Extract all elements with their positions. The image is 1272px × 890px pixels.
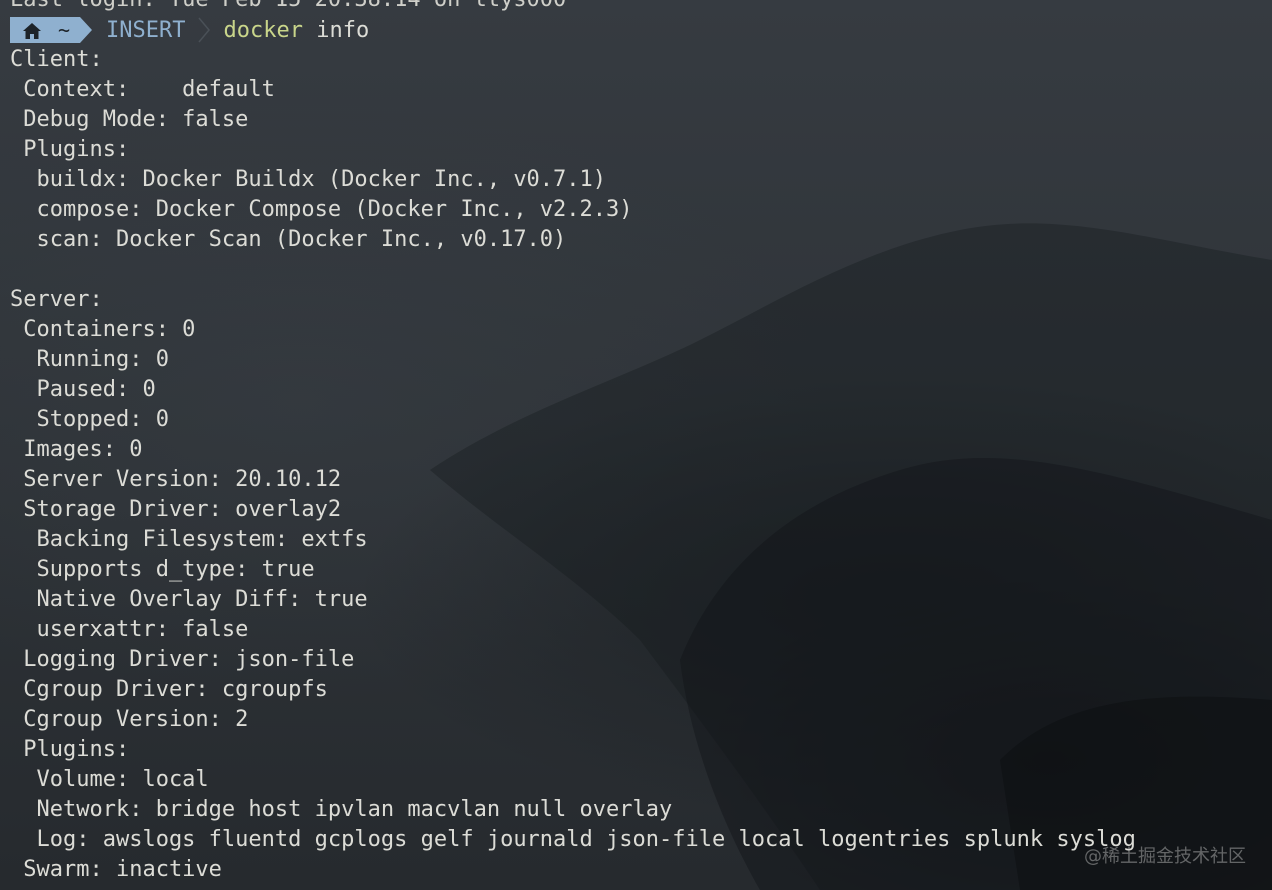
home-icon — [22, 21, 42, 39]
watermark-text: @稀土掘金技术社区 — [1084, 846, 1246, 867]
last-login-line: Last login: Tue Feb 15 20:38:14 on ttys0… — [10, 0, 1260, 15]
output-line: Supports d_type: true — [10, 557, 315, 582]
output-line: Cgroup Version: 2 — [10, 707, 249, 732]
command-name: docker — [223, 17, 304, 43]
output-line: userxattr: false — [10, 617, 249, 642]
prompt-separator-icon — [80, 17, 93, 43]
output-line: Context: default — [10, 77, 275, 102]
output-line-blank — [10, 255, 1260, 285]
output-line: Plugins: — [10, 137, 130, 162]
output-line: Paused: 0 — [10, 377, 156, 402]
output-line: Volume: local — [10, 767, 209, 792]
output-line: Swarm: inactive — [10, 857, 222, 882]
output-line: Log: awslogs fluentd gcplogs gelf journa… — [10, 827, 1136, 852]
output-line: Plugins: — [10, 737, 130, 762]
output-line: buildx: Docker Buildx (Docker Inc., v0.7… — [10, 167, 607, 192]
prompt-line: ~ INSERT docker info — [10, 15, 1260, 45]
output-line: Server Version: 20.10.12 — [10, 467, 342, 492]
terminal-window[interactable]: Last login: Tue Feb 15 20:38:14 on ttys0… — [0, 0, 1272, 890]
output-line: Running: 0 — [10, 347, 169, 372]
output-line: Cgroup Driver: cgroupfs — [10, 677, 328, 702]
prompt-thin-separator-icon — [197, 17, 210, 43]
prompt-mode-indicator: INSERT — [106, 17, 186, 43]
output-line: Debug Mode: false — [10, 107, 249, 132]
prompt-home-segment: ~ — [10, 17, 81, 43]
output-line: Stopped: 0 — [10, 407, 169, 432]
terminal-content: Last login: Tue Feb 15 20:38:14 on ttys0… — [10, 0, 1260, 885]
output-line: Backing Filesystem: extfs — [10, 527, 368, 552]
output-line: Native Overlay Diff: true — [10, 587, 368, 612]
output-line: Storage Driver: overlay2 — [10, 497, 342, 522]
output-line: Containers: 0 — [10, 317, 196, 342]
output-line: compose: Docker Compose (Docker Inc., v2… — [10, 197, 633, 222]
output-line: Server: — [10, 287, 103, 312]
prompt-home-symbol: ~ — [58, 18, 71, 42]
output-line: scan: Docker Scan (Docker Inc., v0.17.0) — [10, 227, 567, 252]
output-line: Images: 0 — [10, 437, 143, 462]
output-line: Client: — [10, 47, 103, 72]
output-line: Logging Driver: json-file — [10, 647, 355, 672]
command-argument-text: info — [316, 17, 370, 43]
output-line: Network: bridge host ipvlan macvlan null… — [10, 797, 673, 822]
command-argument: info — [303, 18, 369, 43]
